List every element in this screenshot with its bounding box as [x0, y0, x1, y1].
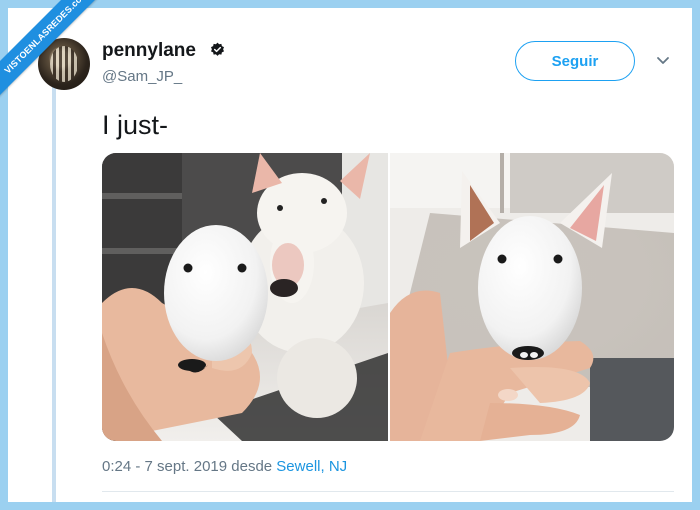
display-name[interactable]: pennylane: [102, 40, 196, 62]
tweet-card: pennylane @Sam_JP_ Seguir I just- 0:24 -…: [8, 8, 692, 502]
timestamp[interactable]: 0:24 - 7 sept. 2019 desde: [102, 458, 276, 475]
user-handle[interactable]: @Sam_JP_: [102, 68, 182, 85]
follow-button[interactable]: Seguir: [515, 41, 635, 81]
chevron-down-icon[interactable]: [656, 53, 670, 67]
photo-egg-vs-dog-left[interactable]: [102, 153, 388, 441]
thread-rule: [52, 66, 56, 502]
tweet-text: I just-: [102, 110, 169, 140]
photo-egg-vs-dog-right[interactable]: [390, 153, 674, 441]
avatar-image: [50, 46, 78, 82]
verified-badge-icon: [211, 42, 224, 56]
divider: [102, 491, 674, 492]
tweet-meta: 0:24 - 7 sept. 2019 desde Sewell, NJ: [102, 458, 347, 475]
media-grid: [102, 153, 674, 441]
location-link[interactable]: Sewell, NJ: [276, 458, 347, 475]
